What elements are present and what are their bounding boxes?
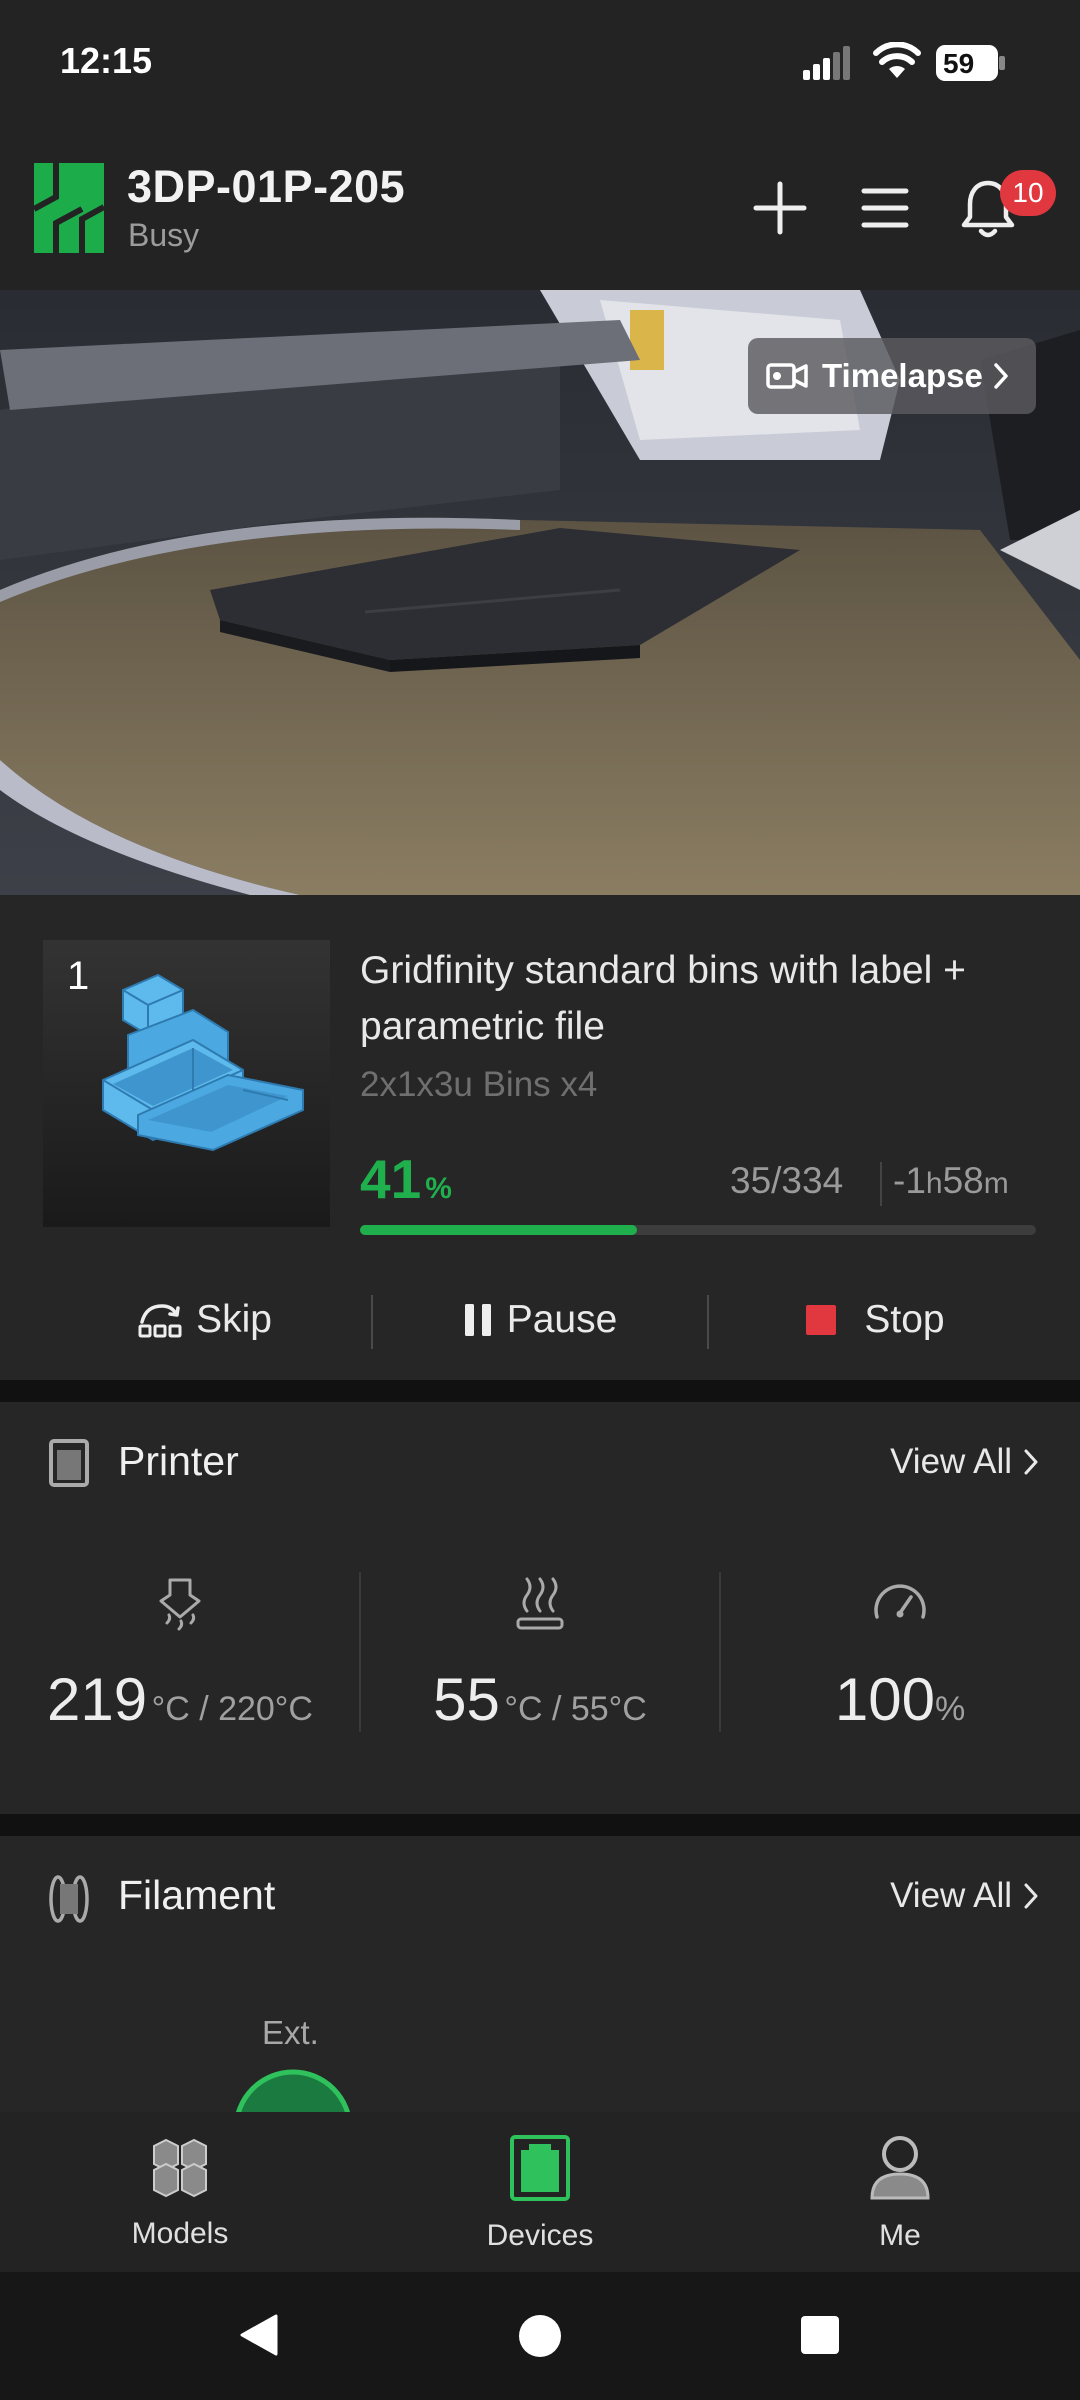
nav-models-label: Models — [131, 2217, 229, 2250]
bed-temp-unit: °C / 55°C — [504, 1690, 647, 1728]
wifi-icon — [873, 42, 921, 78]
stop-label: Stop — [864, 1298, 945, 1341]
brand-logo-icon — [34, 163, 104, 253]
printer-title: Printer — [118, 1438, 239, 1484]
progress-unit: % — [425, 1172, 452, 1205]
nozzle-temp-unit: °C / 220°C — [151, 1690, 313, 1728]
job-subtitle: 2x1x3u Bins x4 — [360, 1065, 598, 1104]
chevron-right-icon — [1024, 1883, 1038, 1909]
pause-button[interactable]: Pause — [373, 1275, 707, 1365]
stop-button[interactable]: Stop — [709, 1275, 1040, 1365]
nozzle-icon — [159, 1578, 201, 1631]
nav-devices-label: Devices — [486, 2219, 594, 2252]
view-all-label: View All — [890, 1442, 1012, 1481]
devices-icon — [510, 2135, 570, 2201]
timelapse-button[interactable]: Timelapse — [748, 338, 1036, 414]
chevron-right-icon — [1024, 1449, 1038, 1475]
pause-icon — [464, 1304, 491, 1336]
section-gap — [0, 1380, 1080, 1402]
bottom-navigation: Models Devices Me — [0, 2112, 1080, 2272]
external-spool-label: Ext. — [262, 2014, 319, 2051]
job-title: Gridfinity standard bins with label + pa… — [360, 949, 966, 1048]
filament-view-all-link[interactable]: View All — [890, 1876, 1038, 1916]
printer-view-all-link[interactable]: View All — [890, 1442, 1038, 1482]
device-header: 3DP-01P-205 Busy 10 — [0, 125, 1080, 290]
printer-icon — [49, 1439, 89, 1487]
hamburger-icon — [861, 188, 909, 228]
view-all-label: View All — [890, 1876, 1012, 1915]
nozzle-temp-stat[interactable]: 219 °C / 220°C — [0, 1577, 360, 1734]
stat-separator — [880, 1162, 882, 1206]
video-camera-icon — [766, 363, 808, 389]
nav-models[interactable]: Models — [80, 2134, 280, 2251]
time-remaining: -1h58m — [893, 1160, 1009, 1202]
printer-section: Printer View All 219 °C / 220°C 55 °C / … — [0, 1402, 1080, 1814]
battery-icon: 59 — [935, 44, 1007, 82]
remaining-hours: -1 — [893, 1160, 926, 1201]
filament-section: Filament View All Ext. — [0, 1836, 1080, 2112]
progress-value: 41 — [360, 1148, 422, 1210]
timelapse-label: Timelapse — [822, 357, 983, 394]
battery-level: 59 — [943, 48, 975, 79]
filament-spool-icon — [49, 1875, 89, 1923]
nozzle-temp-value: 219 — [47, 1666, 148, 1733]
device-name: 3DP-01P-205 — [127, 161, 406, 212]
notification-badge: 10 — [1000, 170, 1056, 216]
nav-devices[interactable]: Devices — [440, 2134, 640, 2253]
signal-icon — [803, 46, 850, 80]
camera-feed[interactable]: Timelapse — [0, 290, 1080, 895]
status-bar: 12:15 59 — [0, 0, 1080, 125]
status-time: 12:15 — [60, 40, 153, 81]
plus-icon — [753, 181, 807, 235]
chevron-right-icon — [994, 363, 1008, 389]
filament-title: Filament — [118, 1872, 276, 1918]
bed-temp-value: 55 — [433, 1666, 500, 1733]
nav-me[interactable]: Me — [800, 2134, 1000, 2253]
print-job-card: 1 Gridfinity standard bins with label + … — [0, 895, 1080, 1380]
bed-temp-stat[interactable]: 55 °C / 55°C — [360, 1577, 720, 1734]
pause-label: Pause — [506, 1298, 618, 1341]
model-preview-image — [102, 973, 304, 1152]
external-spool-icon[interactable] — [232, 2068, 354, 2112]
speedometer-icon — [874, 1584, 926, 1619]
layer-count: 35/334 — [730, 1160, 844, 1201]
section-gap — [0, 1814, 1080, 1836]
progress-percent: 41% — [360, 1147, 452, 1211]
remaining-minutes-unit: m — [983, 1167, 1009, 1200]
system-navigation-bar — [0, 2272, 1080, 2400]
model-thumbnail[interactable]: 1 — [43, 940, 330, 1227]
progress-bar-fill — [360, 1225, 638, 1235]
recents-icon[interactable] — [800, 2315, 840, 2355]
progress-bar — [360, 1225, 1036, 1235]
add-button[interactable] — [745, 173, 815, 243]
home-icon[interactable] — [517, 2313, 563, 2359]
skip-objects-icon — [138, 1304, 182, 1338]
skip-button[interactable]: Skip — [40, 1275, 370, 1365]
nav-me-label: Me — [879, 2219, 921, 2252]
skip-label: Skip — [196, 1298, 272, 1341]
heated-bed-icon — [516, 1577, 564, 1630]
speed-stat[interactable]: 100% — [720, 1577, 1080, 1734]
remaining-hours-unit: h — [925, 1167, 943, 1200]
back-icon[interactable] — [236, 2312, 280, 2358]
device-status: Busy — [128, 217, 200, 253]
speed-value: 100 — [834, 1666, 935, 1733]
menu-button[interactable] — [850, 173, 920, 243]
remaining-minutes: 58 — [942, 1160, 984, 1201]
stop-icon — [806, 1305, 837, 1335]
speed-unit: % — [934, 1690, 966, 1728]
job-actions: Skip Pause Stop — [0, 1275, 1080, 1365]
models-cubes-icon — [153, 2138, 207, 2198]
user-profile-icon — [870, 2136, 930, 2200]
